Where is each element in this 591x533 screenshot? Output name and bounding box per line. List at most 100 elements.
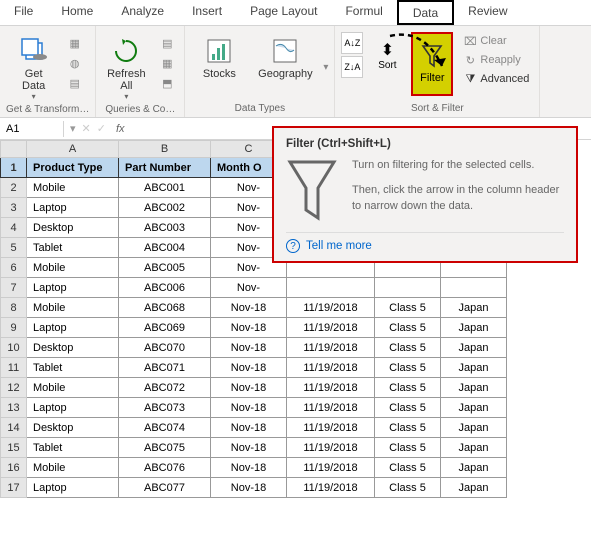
cell[interactable]: ABC003 bbox=[119, 218, 211, 238]
cell[interactable]: 11/19/2018 bbox=[287, 298, 375, 318]
cell[interactable]: Nov-18 bbox=[211, 418, 287, 438]
cell[interactable]: Japan bbox=[441, 398, 507, 418]
row-header[interactable]: 8 bbox=[1, 298, 27, 318]
tab-file[interactable]: File bbox=[0, 0, 47, 25]
row-header[interactable]: 2 bbox=[1, 178, 27, 198]
row-header[interactable]: 13 bbox=[1, 398, 27, 418]
dropdown-icon[interactable]: ▾ bbox=[70, 122, 76, 135]
cell[interactable]: Mobile bbox=[27, 458, 119, 478]
properties-button[interactable]: ▦ bbox=[156, 54, 178, 72]
geography-button[interactable]: Geography bbox=[253, 32, 317, 82]
cell[interactable]: Class 5 bbox=[375, 398, 441, 418]
cell[interactable]: Mobile bbox=[27, 378, 119, 398]
cell[interactable]: Mobile bbox=[27, 258, 119, 278]
cell[interactable]: ABC006 bbox=[119, 278, 211, 298]
cell[interactable]: Nov-18 bbox=[211, 298, 287, 318]
reapply-button[interactable]: ↻Reapply bbox=[459, 51, 533, 69]
get-data-button[interactable]: Get Data ▾ bbox=[10, 32, 58, 103]
sort-desc-button[interactable]: Z↓A bbox=[341, 56, 363, 78]
row-header[interactable]: 3 bbox=[1, 198, 27, 218]
from-web-button[interactable]: ◍ bbox=[64, 54, 86, 72]
cell[interactable]: ABC073 bbox=[119, 398, 211, 418]
cell[interactable]: ABC074 bbox=[119, 418, 211, 438]
cell[interactable]: Class 5 bbox=[375, 458, 441, 478]
cell[interactable]: Nov-18 bbox=[211, 318, 287, 338]
cell[interactable]: 11/19/2018 bbox=[287, 318, 375, 338]
cell[interactable]: ABC001 bbox=[119, 178, 211, 198]
cell[interactable]: ABC071 bbox=[119, 358, 211, 378]
cell[interactable]: 11/19/2018 bbox=[287, 358, 375, 378]
row-header[interactable]: 4 bbox=[1, 218, 27, 238]
cell[interactable]: Tablet bbox=[27, 438, 119, 458]
cell[interactable]: Japan bbox=[441, 478, 507, 498]
filter-button[interactable]: Filter bbox=[411, 32, 453, 96]
cell[interactable]: Laptop bbox=[27, 198, 119, 218]
cell[interactable]: Class 5 bbox=[375, 298, 441, 318]
cell[interactable]: Class 5 bbox=[375, 338, 441, 358]
cell[interactable]: Nov- bbox=[211, 278, 287, 298]
cell[interactable]: ABC069 bbox=[119, 318, 211, 338]
confirm-icon[interactable]: ✓ bbox=[97, 122, 106, 135]
cell[interactable]: Japan bbox=[441, 378, 507, 398]
row-header[interactable]: 17 bbox=[1, 478, 27, 498]
cell[interactable]: Laptop bbox=[27, 318, 119, 338]
from-table-button[interactable]: ▤ bbox=[64, 74, 86, 92]
column-header-A[interactable]: A bbox=[27, 141, 119, 158]
cell[interactable]: Part Number bbox=[119, 158, 211, 178]
cell[interactable]: ABC070 bbox=[119, 338, 211, 358]
tab-data[interactable]: Data bbox=[397, 0, 454, 25]
cell[interactable]: Nov-18 bbox=[211, 358, 287, 378]
select-all-corner[interactable] bbox=[1, 141, 27, 158]
row-header[interactable]: 14 bbox=[1, 418, 27, 438]
cell[interactable]: Laptop bbox=[27, 398, 119, 418]
clear-button[interactable]: ⌧Clear bbox=[459, 32, 533, 50]
tab-insert[interactable]: Insert bbox=[178, 0, 236, 25]
fx-icon[interactable]: fx bbox=[112, 123, 129, 135]
tab-review[interactable]: Review bbox=[454, 0, 521, 25]
cell[interactable]: Nov-18 bbox=[211, 338, 287, 358]
cell[interactable]: Desktop bbox=[27, 218, 119, 238]
cell[interactable]: Japan bbox=[441, 298, 507, 318]
sort-button[interactable]: ⬍ Sort bbox=[369, 32, 405, 78]
cell[interactable]: 11/19/2018 bbox=[287, 478, 375, 498]
sort-asc-button[interactable]: A↓Z bbox=[341, 32, 363, 54]
overflow-icon[interactable]: ▾ bbox=[323, 62, 328, 73]
from-text-button[interactable]: ▦ bbox=[64, 34, 86, 52]
cancel-icon[interactable]: ✕ bbox=[82, 122, 91, 135]
row-header[interactable]: 1 bbox=[1, 158, 27, 178]
cell[interactable]: 11/19/2018 bbox=[287, 458, 375, 478]
cell[interactable]: 11/19/2018 bbox=[287, 378, 375, 398]
cell[interactable]: Desktop bbox=[27, 418, 119, 438]
tab-formul[interactable]: Formul bbox=[331, 0, 396, 25]
cell[interactable]: ABC075 bbox=[119, 438, 211, 458]
cell[interactable] bbox=[287, 278, 375, 298]
cell[interactable]: Laptop bbox=[27, 478, 119, 498]
cell[interactable]: ABC004 bbox=[119, 238, 211, 258]
advanced-button[interactable]: ⧩Advanced bbox=[459, 70, 533, 88]
cell[interactable]: Japan bbox=[441, 358, 507, 378]
cell[interactable]: Laptop bbox=[27, 278, 119, 298]
cell[interactable]: Class 5 bbox=[375, 378, 441, 398]
name-box[interactable]: A1 bbox=[0, 121, 64, 137]
cell[interactable]: ABC077 bbox=[119, 478, 211, 498]
edit-links-button[interactable]: ⬒ bbox=[156, 74, 178, 92]
cell[interactable]: Nov-18 bbox=[211, 378, 287, 398]
queries-button[interactable]: ▤ bbox=[156, 34, 178, 52]
cell[interactable]: ABC068 bbox=[119, 298, 211, 318]
cell[interactable]: Class 5 bbox=[375, 478, 441, 498]
row-header[interactable]: 6 bbox=[1, 258, 27, 278]
tab-page-layout[interactable]: Page Layout bbox=[236, 0, 331, 25]
cell[interactable]: Class 5 bbox=[375, 438, 441, 458]
row-header[interactable]: 15 bbox=[1, 438, 27, 458]
cell[interactable]: Tablet bbox=[27, 358, 119, 378]
tab-analyze[interactable]: Analyze bbox=[107, 0, 178, 25]
cell[interactable] bbox=[441, 278, 507, 298]
cell[interactable]: Class 5 bbox=[375, 418, 441, 438]
cell[interactable]: Japan bbox=[441, 438, 507, 458]
row-header[interactable]: 7 bbox=[1, 278, 27, 298]
cell[interactable]: Class 5 bbox=[375, 358, 441, 378]
cell[interactable]: Tablet bbox=[27, 238, 119, 258]
cell[interactable]: Japan bbox=[441, 458, 507, 478]
row-header[interactable]: 12 bbox=[1, 378, 27, 398]
cell[interactable]: Product Type bbox=[27, 158, 119, 178]
